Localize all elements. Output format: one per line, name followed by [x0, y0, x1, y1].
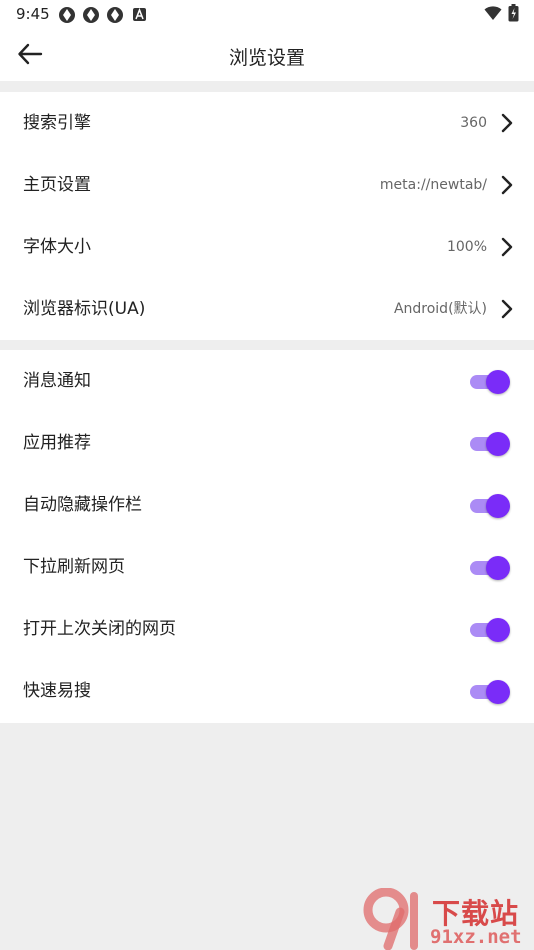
- setting-row-quick-search: 快速易搜: [0, 660, 534, 722]
- setting-label: 消息通知: [23, 371, 91, 391]
- auto-hide-toolbar-toggle[interactable]: [470, 494, 510, 518]
- toggle-knob: [486, 370, 510, 394]
- setting-row-auto-hide-toolbar: 自动隐藏操作栏: [0, 474, 534, 536]
- toggle-knob: [486, 680, 510, 704]
- setting-row-notifications: 消息通知: [0, 350, 534, 412]
- watermark-logo-icon: [363, 888, 418, 950]
- status-bar: 9:45: [0, 0, 534, 28]
- setting-row-restore-last-pages: 打开上次关闭的网页: [0, 598, 534, 660]
- setting-label: 字体大小: [23, 237, 91, 257]
- app-bar: 浏览设置: [0, 28, 534, 81]
- font-a-icon: [133, 7, 146, 21]
- notifications-toggle[interactable]: [470, 370, 510, 394]
- setting-row-search-engine[interactable]: 搜索引擎 360: [0, 92, 534, 154]
- nav-settings-section: 搜索引擎 360 主页设置 meta://newtab/ 字体大小 100% 浏…: [0, 92, 534, 340]
- watermark: 下载站 91xz.net: [362, 888, 534, 950]
- setting-label: 浏览器标识(UA): [23, 299, 146, 319]
- setting-value: 360: [460, 115, 487, 131]
- battery-icon: [508, 4, 519, 22]
- quick-search-toggle[interactable]: [470, 680, 510, 704]
- setting-row-font-size[interactable]: 字体大小 100%: [0, 216, 534, 278]
- chevron-right-icon: [501, 299, 513, 319]
- setting-label: 下拉刷新网页: [23, 557, 125, 577]
- setting-label: 搜索引擎: [23, 113, 91, 133]
- setting-label: 自动隐藏操作栏: [23, 495, 142, 515]
- setting-label: 打开上次关闭的网页: [23, 619, 176, 639]
- setting-row-homepage[interactable]: 主页设置 meta://newtab/: [0, 154, 534, 216]
- setting-row-pull-to-refresh: 下拉刷新网页: [0, 536, 534, 598]
- toggle-knob: [486, 618, 510, 642]
- setting-row-app-recommendation: 应用推荐: [0, 412, 534, 474]
- toggle-knob: [486, 432, 510, 456]
- chevron-right-icon: [501, 237, 513, 257]
- setting-label: 快速易搜: [23, 681, 91, 701]
- wifi-icon: [484, 6, 502, 20]
- page-title: 浏览设置: [228, 47, 305, 69]
- toggle-knob: [486, 494, 510, 518]
- toggle-knob: [486, 556, 510, 580]
- watermark-site: 91xz.net: [430, 926, 522, 948]
- app-recommendation-toggle[interactable]: [470, 432, 510, 456]
- aperture-icon: [83, 7, 99, 23]
- restore-last-pages-toggle[interactable]: [470, 618, 510, 642]
- status-time: 9:45: [16, 5, 50, 23]
- toggle-settings-section: 消息通知 应用推荐 自动隐藏操作栏 下拉刷新网页 打开上次关闭的网页 快速易搜: [0, 350, 534, 723]
- chevron-right-icon: [501, 175, 513, 195]
- setting-row-user-agent[interactable]: 浏览器标识(UA) Android(默认): [0, 278, 534, 340]
- aperture-icon: [107, 7, 123, 23]
- setting-label: 应用推荐: [23, 433, 91, 453]
- pull-to-refresh-toggle[interactable]: [470, 556, 510, 580]
- aperture-icon: [59, 7, 75, 23]
- setting-value: 100%: [446, 239, 487, 255]
- setting-label: 主页设置: [23, 175, 91, 195]
- chevron-right-icon: [501, 113, 513, 133]
- setting-value: Android(默认): [393, 301, 487, 317]
- setting-value: meta://newtab/: [379, 177, 487, 193]
